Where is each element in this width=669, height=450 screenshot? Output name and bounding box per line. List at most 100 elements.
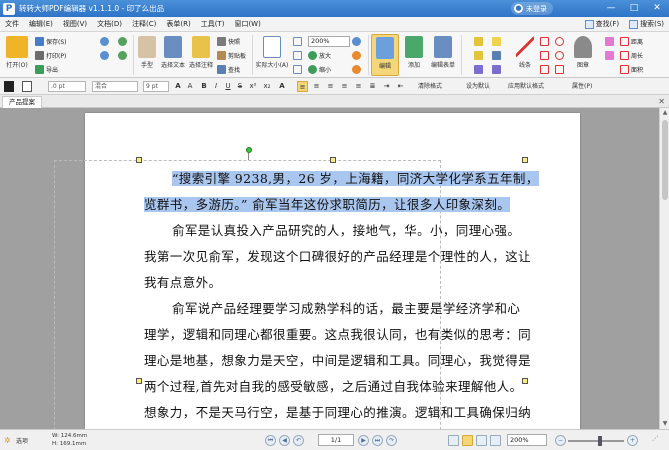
paragraph-line[interactable]: 我第一次见俞军，发现这个口碑很好的产品经理是个理性的人，这让: [144, 244, 531, 270]
menu-document[interactable]: 文档(D): [92, 17, 127, 32]
continuous-facing-icon[interactable]: [490, 435, 501, 446]
highlight-tool[interactable]: [605, 50, 616, 61]
options-icon[interactable]: ✲: [4, 436, 11, 445]
eraser-tool[interactable]: [605, 36, 616, 47]
paragraph-line[interactable]: 我有点意外。: [144, 270, 524, 296]
page-number-field[interactable]: 1/1: [318, 434, 354, 446]
line-spacing-icon[interactable]: ≣: [367, 81, 378, 92]
apply-default-button[interactable]: 应用默认格式: [508, 81, 564, 92]
align-center-icon[interactable]: ≡: [311, 81, 322, 92]
find-button[interactable]: 查找: [217, 64, 240, 75]
align-left-icon[interactable]: ≡: [297, 81, 308, 92]
first-page-icon[interactable]: ⏮: [265, 435, 276, 446]
edit-button[interactable]: 编辑: [371, 34, 399, 76]
continuous-page-icon[interactable]: [462, 435, 473, 446]
zoom-fit-button[interactable]: [352, 36, 363, 47]
undo-button[interactable]: [100, 36, 111, 47]
text-content[interactable]: “搜索引擎 9238,男，26 岁，上海籍，同济大学化学系五年制， 览群书，多游…: [144, 166, 539, 426]
stroke-color-swatch[interactable]: [22, 81, 32, 92]
actual-size-button[interactable]: 实际大小(A): [255, 36, 289, 69]
fit-visible-button[interactable]: [293, 64, 304, 75]
status-zoom-in-icon[interactable]: +: [627, 435, 638, 446]
typewriter-tool[interactable]: [474, 36, 485, 47]
close-button[interactable]: ✕: [646, 0, 668, 17]
zoom-slider-knob[interactable]: [598, 436, 602, 446]
prev-page-icon[interactable]: ◀: [279, 435, 290, 446]
paragraph-line[interactable]: 理心是地基，想象力是天空，中间是逻辑和工具。同理心，我觉得是: [144, 348, 531, 374]
note-tool[interactable]: [492, 36, 503, 47]
next-page-icon[interactable]: ▶: [358, 435, 369, 446]
zoom-slider[interactable]: [568, 436, 624, 446]
menu-window[interactable]: 窗口(W): [229, 17, 265, 32]
zoom-out-button[interactable]: 缩小: [308, 64, 331, 75]
menu-form[interactable]: 表单(R): [161, 17, 195, 32]
set-default-button[interactable]: 设为默认: [466, 81, 506, 92]
resize-handle-ml[interactable]: [136, 378, 142, 384]
save-button[interactable]: 保存(S): [35, 36, 67, 47]
italic-icon[interactable]: I: [211, 81, 221, 92]
minimize-button[interactable]: —: [600, 0, 622, 17]
menu-view[interactable]: 视图(V): [58, 17, 92, 32]
pencil-tool[interactable]: [555, 64, 566, 75]
selected-text[interactable]: 览群书，多游历。” 俞军当年这份求职简历，让很多人印象深刻。: [144, 197, 511, 212]
polygon-tool[interactable]: [540, 64, 551, 75]
hand-tool-button[interactable]: 手型: [136, 36, 158, 69]
fit-page-button[interactable]: [293, 36, 304, 47]
tab-document[interactable]: 产品提案: [2, 96, 42, 108]
strikethrough-icon[interactable]: S: [235, 81, 245, 92]
ellipse-tool[interactable]: [555, 36, 566, 47]
print-button[interactable]: 打印(P): [35, 50, 66, 61]
options-button[interactable]: 选项: [16, 436, 28, 445]
attach-tool[interactable]: [492, 50, 503, 61]
indent-icon[interactable]: ⇥: [381, 81, 392, 92]
text-color-icon[interactable]: A: [277, 81, 287, 92]
justify-icon[interactable]: ≡: [339, 81, 350, 92]
find-menu[interactable]: 查找(F): [580, 17, 625, 32]
rotate-handle[interactable]: [246, 147, 252, 153]
search-menu[interactable]: 搜索(S): [624, 17, 669, 32]
paragraph-line[interactable]: 两个过程,首先对自我的感受敏感，之后通过自我体验来理解他人。: [144, 374, 524, 400]
paragraph-line[interactable]: 想象力，不是天马行空，是基于同理心的推演。逻辑和工具确保归纳: [144, 400, 531, 426]
single-page-icon[interactable]: [448, 435, 459, 446]
cloud-tool[interactable]: [555, 50, 566, 61]
status-zoom-out-icon[interactable]: −: [555, 435, 566, 446]
clear-format-button[interactable]: 清除格式: [418, 81, 466, 92]
resize-handle-tc[interactable]: [330, 157, 336, 163]
stroke-width-select[interactable]: .0 pt: [48, 81, 86, 92]
area-button[interactable]: 面积: [620, 64, 643, 75]
open-button[interactable]: 打开(O): [3, 36, 31, 69]
lines-button[interactable]: 线条: [513, 36, 537, 69]
outdent-icon[interactable]: ⇤: [395, 81, 406, 92]
paragraph-line[interactable]: 俞军说产品经理要学习成熟学科的话，最主要是学经济学和心: [144, 296, 524, 322]
distribute-icon[interactable]: ≡: [353, 81, 364, 92]
login-button[interactable]: ● 未登录: [511, 2, 553, 15]
facing-page-icon[interactable]: [476, 435, 487, 446]
resize-grip-icon[interactable]: ⋰: [652, 435, 658, 442]
close-tab-icon[interactable]: ✕: [658, 95, 665, 108]
scroll-down-icon[interactable]: ▼: [661, 420, 669, 428]
selected-text[interactable]: “搜索引擎 9238,男，26 岁，上海籍，同济大学化学系五年制，: [172, 171, 539, 186]
resize-handle-tr[interactable]: [522, 157, 528, 163]
font-size-select[interactable]: 9 pt: [143, 81, 169, 92]
back-button[interactable]: [118, 36, 129, 47]
fit-width-button[interactable]: [293, 50, 304, 61]
align-right-icon[interactable]: ≡: [325, 81, 336, 92]
underline-icon[interactable]: U: [223, 81, 233, 92]
scroll-up-icon[interactable]: ▲: [661, 109, 669, 117]
font-grow-icon[interactable]: A: [173, 81, 183, 92]
menu-edit[interactable]: 编辑(E): [24, 17, 58, 32]
redo-button[interactable]: [100, 50, 111, 61]
document-viewport[interactable]: “搜索引擎 9238,男，26 岁，上海籍，同济大学化学系五年制， 览群书，多游…: [0, 108, 669, 429]
superscript-icon[interactable]: x²: [247, 81, 259, 92]
last-page-icon[interactable]: ⏭: [372, 435, 383, 446]
forward-button[interactable]: [118, 50, 129, 61]
perimeter-button[interactable]: 周长: [620, 50, 643, 61]
add-button[interactable]: 添加: [402, 36, 426, 69]
zoom-select[interactable]: 200%: [308, 36, 350, 47]
snapshot-button[interactable]: 快照: [217, 36, 240, 47]
stamp-button[interactable]: 图章: [571, 36, 595, 69]
select-text-button[interactable]: 选择文本: [160, 36, 186, 69]
status-zoom-select[interactable]: 200%: [507, 434, 547, 446]
sound-tool[interactable]: [492, 64, 503, 75]
select-annotation-button[interactable]: 选择注释: [188, 36, 214, 69]
